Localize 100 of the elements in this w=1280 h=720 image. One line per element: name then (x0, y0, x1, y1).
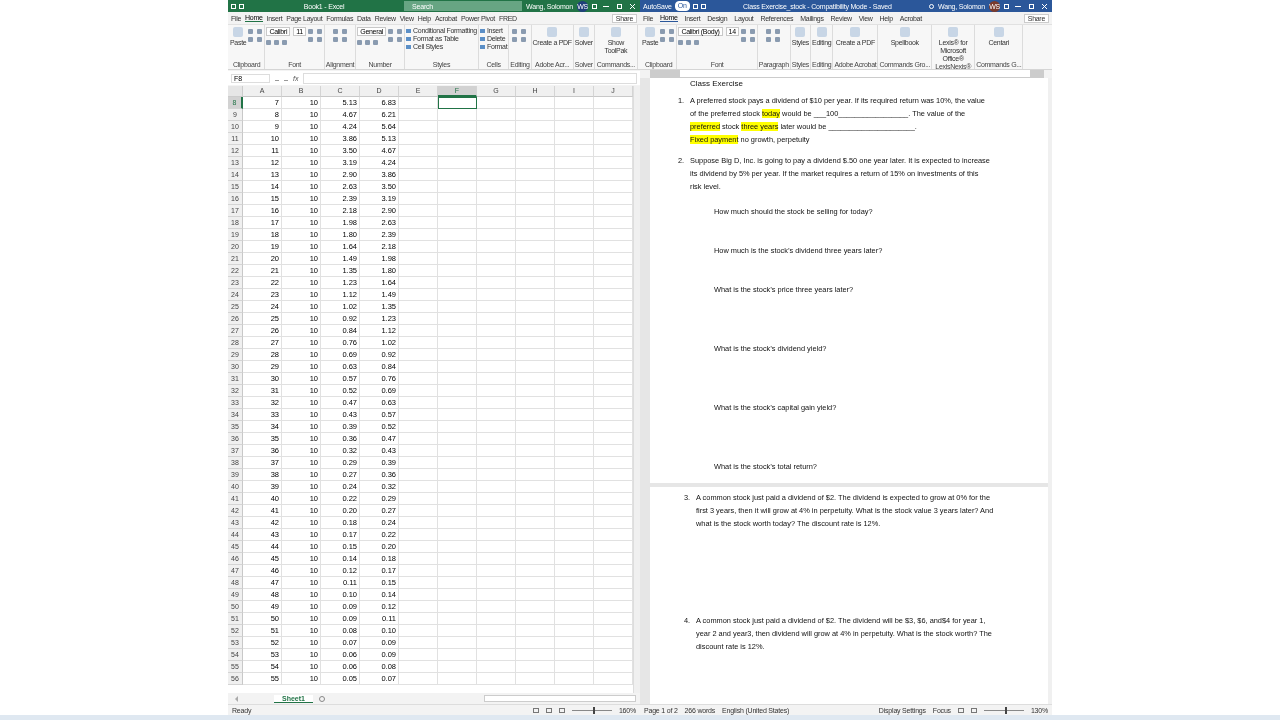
empty-cell (477, 97, 516, 109)
empty-cell (516, 277, 555, 289)
empty-cell (555, 505, 594, 517)
empty-cell (516, 457, 555, 469)
empty-cell (516, 529, 555, 541)
empty-cell (477, 229, 516, 241)
empty-cell (399, 277, 438, 289)
empty-cell (555, 157, 594, 169)
empty-cell (399, 253, 438, 265)
empty-cell (399, 493, 438, 505)
empty-cell (438, 181, 477, 193)
empty-cell (477, 121, 516, 133)
empty-cell (477, 253, 516, 265)
ruler[interactable] (650, 70, 1044, 78)
empty-cell (516, 229, 555, 241)
empty-cell (438, 277, 477, 289)
empty-cell (438, 337, 477, 349)
empty-cell (516, 205, 555, 217)
empty-cell (516, 649, 555, 661)
empty-cell (555, 301, 594, 313)
empty-cell (555, 409, 594, 421)
empty-cell (399, 457, 438, 469)
empty-cell (516, 577, 555, 589)
maximize-icon[interactable] (617, 3, 622, 9)
empty-cell (438, 373, 477, 385)
empty-cell (555, 337, 594, 349)
maximize-icon[interactable] (1029, 3, 1034, 9)
empty-cell (399, 157, 438, 169)
empty-cell (438, 121, 477, 133)
empty-cell (438, 529, 477, 541)
empty-cell (516, 565, 555, 577)
empty-cell (438, 565, 477, 577)
empty-cell (399, 109, 438, 121)
empty-cell (516, 349, 555, 361)
empty-cell (477, 325, 516, 337)
formula-field[interactable] (303, 72, 637, 84)
minimize-icon[interactable] (603, 5, 609, 7)
empty-cell (555, 673, 594, 685)
empty-cell (555, 481, 594, 493)
empty-cell (477, 601, 516, 613)
empty-cell (516, 145, 555, 157)
empty-cell (555, 493, 594, 505)
empty-cell (555, 205, 594, 217)
empty-cell (438, 109, 477, 121)
empty-cell (399, 301, 438, 313)
empty-cell (555, 661, 594, 673)
empty-cell (399, 613, 438, 625)
empty-cell (399, 481, 438, 493)
empty-cell (516, 301, 555, 313)
empty-cell (555, 121, 594, 133)
empty-cell (477, 397, 516, 409)
empty-cell (477, 637, 516, 649)
empty-cell (555, 145, 594, 157)
empty-cell (555, 517, 594, 529)
empty-cell (438, 361, 477, 373)
empty-cell (399, 445, 438, 457)
empty-cell (555, 589, 594, 601)
empty-cell (516, 397, 555, 409)
minimize-icon[interactable] (1015, 5, 1021, 7)
close-icon[interactable] (630, 3, 635, 9)
empty-cell (477, 589, 516, 601)
empty-cell (516, 385, 555, 397)
empty-cell (555, 181, 594, 193)
empty-cell (555, 385, 594, 397)
empty-cell (516, 265, 555, 277)
empty-cell (477, 553, 516, 565)
empty-cell (477, 673, 516, 685)
empty-cell (477, 517, 516, 529)
empty-cell (555, 625, 594, 637)
scrollbar[interactable] (484, 695, 636, 702)
empty-cell (477, 277, 516, 289)
empty-cell (438, 481, 477, 493)
empty-cell (516, 133, 555, 145)
empty-cell (399, 541, 438, 553)
empty-cell (399, 361, 438, 373)
empty-cell (438, 553, 477, 565)
empty-cell (555, 457, 594, 469)
empty-cell (516, 613, 555, 625)
empty-cell (516, 361, 555, 373)
empty-cell (438, 517, 477, 529)
empty-cell (438, 433, 477, 445)
empty-cell (516, 661, 555, 673)
close-icon[interactable] (1042, 3, 1047, 9)
empty-cell (477, 577, 516, 589)
empty-cell (555, 193, 594, 205)
empty-cell (516, 553, 555, 565)
empty-cell (438, 469, 477, 481)
empty-cell (555, 277, 594, 289)
empty-cell (516, 109, 555, 121)
empty-cell (438, 649, 477, 661)
empty-cell (399, 97, 438, 109)
selected-cell[interactable] (438, 97, 477, 109)
empty-cell (438, 541, 477, 553)
empty-cell (399, 661, 438, 673)
empty-cell (438, 601, 477, 613)
empty-cell (438, 589, 477, 601)
empty-cell (438, 493, 477, 505)
empty-cell (399, 625, 438, 637)
empty-cell (399, 565, 438, 577)
scrollbar[interactable] (633, 86, 640, 693)
